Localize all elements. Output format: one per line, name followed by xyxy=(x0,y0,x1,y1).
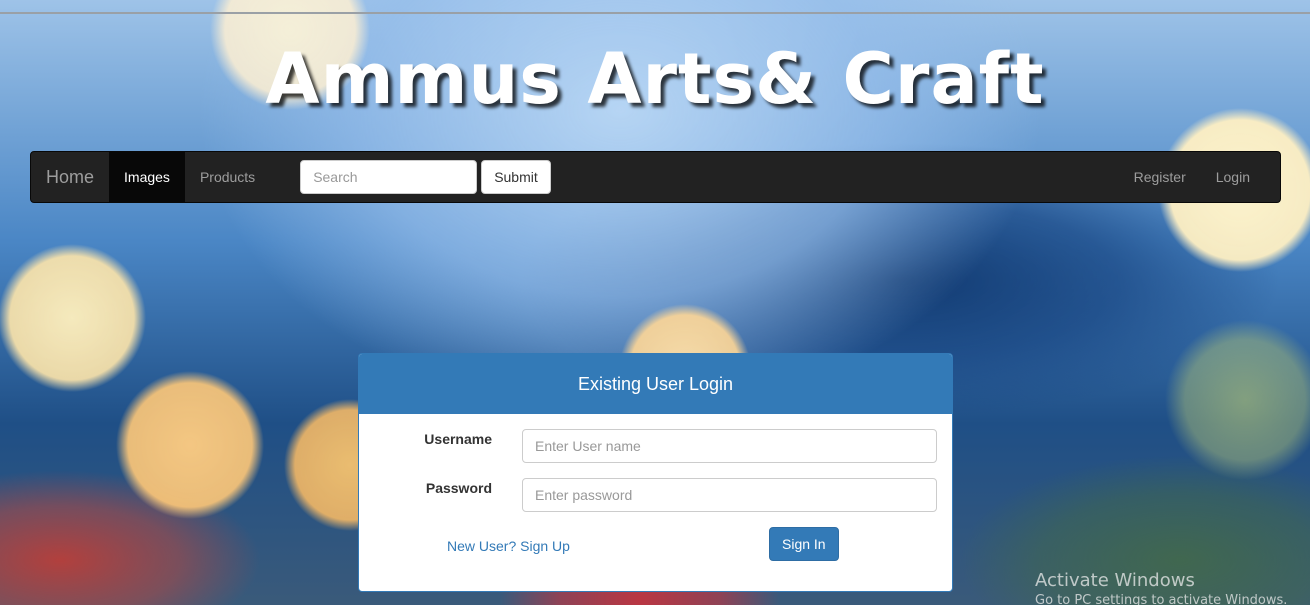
search-form: Submit xyxy=(300,160,551,194)
nav-right-group: Register Login xyxy=(1119,152,1265,202)
nav-item-register[interactable]: Register xyxy=(1119,152,1201,202)
login-panel: Existing User Login Username Password Ne… xyxy=(358,353,953,592)
nav-home-brand[interactable]: Home xyxy=(31,152,109,202)
nav-item-images[interactable]: Images xyxy=(109,152,185,202)
username-input[interactable] xyxy=(522,429,937,463)
password-input[interactable] xyxy=(522,478,937,512)
password-row: Password xyxy=(359,478,952,512)
password-label: Password xyxy=(425,480,492,496)
nav-item-products[interactable]: Products xyxy=(185,152,270,202)
watermark-title: Activate Windows xyxy=(1035,570,1195,591)
signin-button[interactable]: Sign In xyxy=(769,527,839,561)
watermark-subtitle: Go to PC settings to activate Windows. xyxy=(1035,593,1288,605)
activate-windows-watermark: Activate Windows Go to PC settings to ac… xyxy=(1035,570,1287,605)
login-panel-heading: Existing User Login xyxy=(359,354,952,414)
navbar: Home Images Products Submit Register Log… xyxy=(30,151,1281,203)
signup-link[interactable]: New User? Sign Up xyxy=(447,538,570,554)
username-row: Username xyxy=(359,429,952,463)
username-label: Username xyxy=(424,431,492,447)
search-input[interactable] xyxy=(300,160,478,194)
site-title: Ammus Arts& Craft xyxy=(265,38,1045,120)
nav-item-login[interactable]: Login xyxy=(1201,152,1265,202)
search-submit-button[interactable]: Submit xyxy=(481,160,551,194)
top-divider xyxy=(0,12,1310,14)
